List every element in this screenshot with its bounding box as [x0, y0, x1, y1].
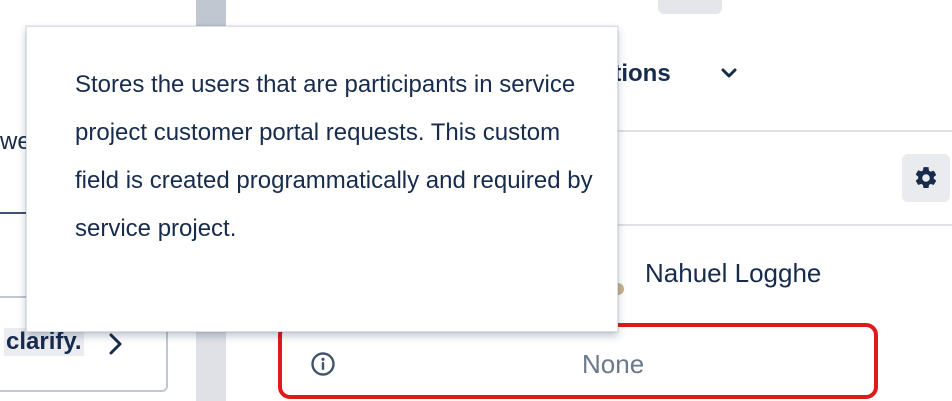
top-button[interactable] — [658, 0, 722, 14]
request-participants-field[interactable]: None — [278, 323, 878, 399]
field-description-tooltip: Stores the users that are participants i… — [26, 26, 618, 332]
chevron-right-icon — [106, 330, 126, 365]
clarify-label: clarify. — [4, 328, 84, 356]
tooltip-text: Stores the users that are participants i… — [75, 71, 593, 242]
gear-icon — [915, 167, 937, 189]
divider — [0, 212, 26, 214]
settings-button[interactable] — [902, 154, 950, 202]
field-value: None — [582, 349, 645, 379]
assignee-name[interactable]: Nahuel Logghe — [645, 258, 821, 289]
info-icon[interactable] — [310, 351, 336, 377]
chevron-down-icon[interactable] — [720, 62, 738, 88]
